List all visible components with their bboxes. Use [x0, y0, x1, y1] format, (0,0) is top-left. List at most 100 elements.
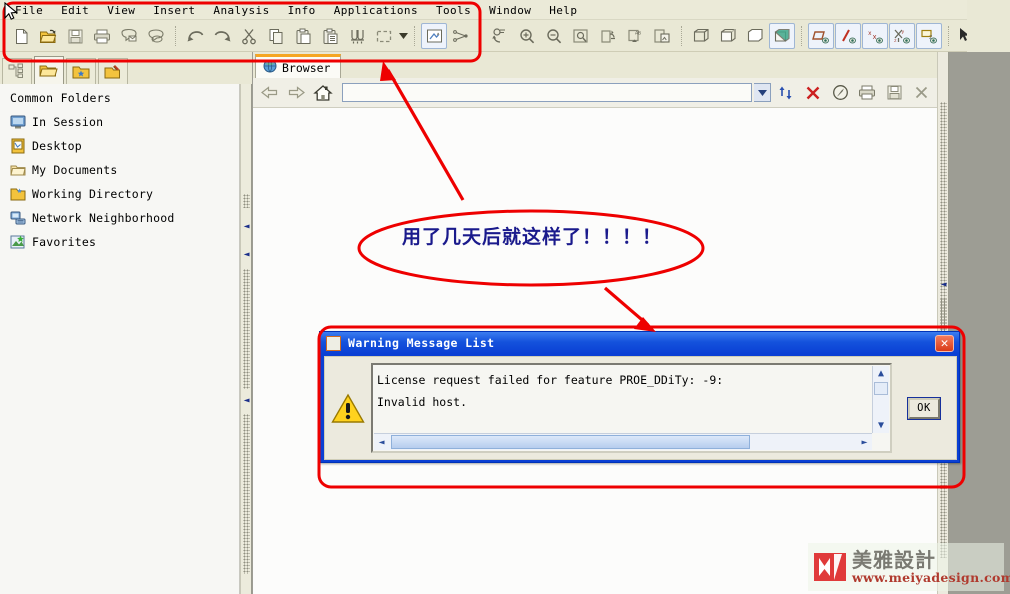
- dialog-system-icon: [326, 335, 341, 351]
- dialog-titlebar[interactable]: Warning Message List ✕: [320, 332, 959, 354]
- nav-item-desktop[interactable]: Desktop: [4, 134, 239, 158]
- nav-item-label: In Session: [32, 115, 104, 129]
- toolbar-separator: [414, 26, 415, 46]
- saved-views-icon[interactable]: AB: [622, 23, 648, 49]
- select-icon[interactable]: [371, 23, 397, 49]
- right-panel-splitter[interactable]: ◄: [937, 52, 949, 594]
- scroll-down-arrow-icon[interactable]: ▼: [874, 418, 889, 433]
- nav-item-in-session[interactable]: In Session: [4, 110, 239, 134]
- message-vertical-scrollbar[interactable]: ▲ ▼: [872, 366, 889, 433]
- splitter-collapse-arrow-icon[interactable]: ◄: [242, 396, 251, 406]
- open-icon[interactable]: [35, 23, 61, 49]
- menu-item-edit[interactable]: Edit: [52, 2, 98, 19]
- navigator-header: Common Folders: [10, 91, 112, 105]
- print-page-icon[interactable]: [855, 81, 879, 105]
- menu-item-insert[interactable]: Insert: [144, 2, 204, 19]
- forward-arrow-icon[interactable]: [284, 81, 308, 105]
- cut-icon[interactable]: [236, 23, 262, 49]
- scroll-right-arrow-icon[interactable]: ►: [857, 435, 872, 450]
- view-manager-icon[interactable]: [649, 23, 675, 49]
- address-input[interactable]: [347, 85, 747, 100]
- svg-text:z: z: [894, 39, 897, 44]
- datum-axis-icon[interactable]: [835, 23, 861, 49]
- desktop-icon: [10, 138, 26, 154]
- wireframe-icon[interactable]: [688, 23, 714, 49]
- back-arrow-icon[interactable]: [257, 81, 281, 105]
- mail-icon[interactable]: [116, 23, 142, 49]
- splitter-grip[interactable]: [243, 194, 250, 208]
- paste-icon[interactable]: [290, 23, 316, 49]
- navigator-tab-model-tree[interactable]: [2, 58, 32, 84]
- save-page-icon[interactable]: [882, 81, 906, 105]
- annotation-display-icon[interactable]: z: [916, 23, 942, 49]
- find-icon[interactable]: [344, 23, 370, 49]
- regenerate-icon[interactable]: [421, 23, 447, 49]
- navigator-tab-favorites[interactable]: [66, 58, 96, 84]
- scroll-up-arrow-icon[interactable]: ▲: [874, 366, 889, 381]
- message-horizontal-scrollbar[interactable]: ◄ ►: [374, 433, 872, 450]
- main-toolbar: AB x x y z z: [0, 20, 1010, 52]
- nav-item-my-documents[interactable]: My Documents: [4, 158, 239, 182]
- tab-browser[interactable]: Browser: [255, 54, 342, 78]
- mail-review-icon[interactable]: [143, 23, 169, 49]
- menu-item-info[interactable]: Info: [279, 2, 325, 19]
- copy-icon[interactable]: [263, 23, 289, 49]
- scroll-left-arrow-icon[interactable]: ◄: [374, 435, 389, 450]
- navigator-tab-connections[interactable]: [98, 58, 128, 84]
- print-icon[interactable]: [89, 23, 115, 49]
- vertical-scroll-thumb[interactable]: [874, 382, 888, 395]
- menu-item-analysis[interactable]: Analysis: [204, 2, 278, 19]
- zoom-in-icon[interactable]: [514, 23, 540, 49]
- nav-item-label: Desktop: [32, 139, 82, 153]
- redo-icon[interactable]: [209, 23, 235, 49]
- menu-item-help[interactable]: Help: [540, 2, 586, 19]
- navigator-tab-folder-browser[interactable]: [34, 56, 64, 84]
- no-hidden-icon[interactable]: [742, 23, 768, 49]
- menu-item-window[interactable]: Window: [480, 2, 540, 19]
- zoom-out-icon[interactable]: [541, 23, 567, 49]
- refresh-icon[interactable]: [774, 81, 798, 105]
- menu-item-view[interactable]: View: [98, 2, 144, 19]
- nav-item-favorites[interactable]: Favorites: [4, 230, 239, 254]
- nav-item-working-directory[interactable]: Working Directory: [4, 182, 239, 206]
- close-icon[interactable]: ✕: [935, 334, 954, 352]
- shading-icon[interactable]: [769, 23, 795, 49]
- select-dropdown-caret-icon[interactable]: [398, 23, 408, 49]
- address-bar[interactable]: [342, 83, 752, 102]
- splitter-collapse-arrow-icon[interactable]: ◄: [242, 250, 251, 260]
- horizontal-scroll-thumb[interactable]: [391, 435, 750, 449]
- left-panel-splitter[interactable]: ◄ ◄ ◄: [240, 84, 252, 594]
- toolbar-separator: [801, 26, 802, 46]
- stop-icon[interactable]: [801, 81, 825, 105]
- nav-item-network-neighborhood[interactable]: Network Neighborhood: [4, 206, 239, 230]
- relations-icon[interactable]: [448, 23, 474, 49]
- repaint-icon[interactable]: [487, 23, 513, 49]
- paste-special-icon[interactable]: [317, 23, 343, 49]
- new-icon[interactable]: [8, 23, 34, 49]
- reorient-icon[interactable]: [595, 23, 621, 49]
- ok-button[interactable]: OK: [907, 396, 941, 420]
- undo-icon[interactable]: [182, 23, 208, 49]
- datum-csys-icon[interactable]: yz: [889, 23, 915, 49]
- menu-item-applications[interactable]: Applications: [325, 2, 427, 19]
- svg-text:y: y: [901, 30, 904, 35]
- home-icon[interactable]: [311, 81, 335, 105]
- address-dropdown-icon[interactable]: [754, 83, 771, 102]
- search-web-icon[interactable]: [828, 81, 852, 105]
- hidden-line-icon[interactable]: [715, 23, 741, 49]
- browser-navbar: [253, 78, 937, 108]
- toolbar-separator: [480, 26, 481, 46]
- splitter-collapse-arrow-icon[interactable]: ◄: [939, 280, 948, 290]
- splitter-collapse-arrow-icon[interactable]: ◄: [242, 222, 251, 232]
- refit-icon[interactable]: [568, 23, 594, 49]
- datum-plane-icon[interactable]: [808, 23, 834, 49]
- close-browser-icon[interactable]: [909, 81, 933, 105]
- nav-item-label: Working Directory: [32, 187, 154, 201]
- menu-bar: File Edit View Insert Analysis Info Applicatio…: [0, 0, 1010, 20]
- splitter-grip[interactable]: [243, 269, 250, 389]
- splitter-grip[interactable]: [243, 414, 250, 574]
- save-icon[interactable]: [62, 23, 88, 49]
- menu-item-tools[interactable]: Tools: [427, 2, 480, 19]
- network-icon: [10, 210, 26, 226]
- datum-point-icon[interactable]: xx: [862, 23, 888, 49]
